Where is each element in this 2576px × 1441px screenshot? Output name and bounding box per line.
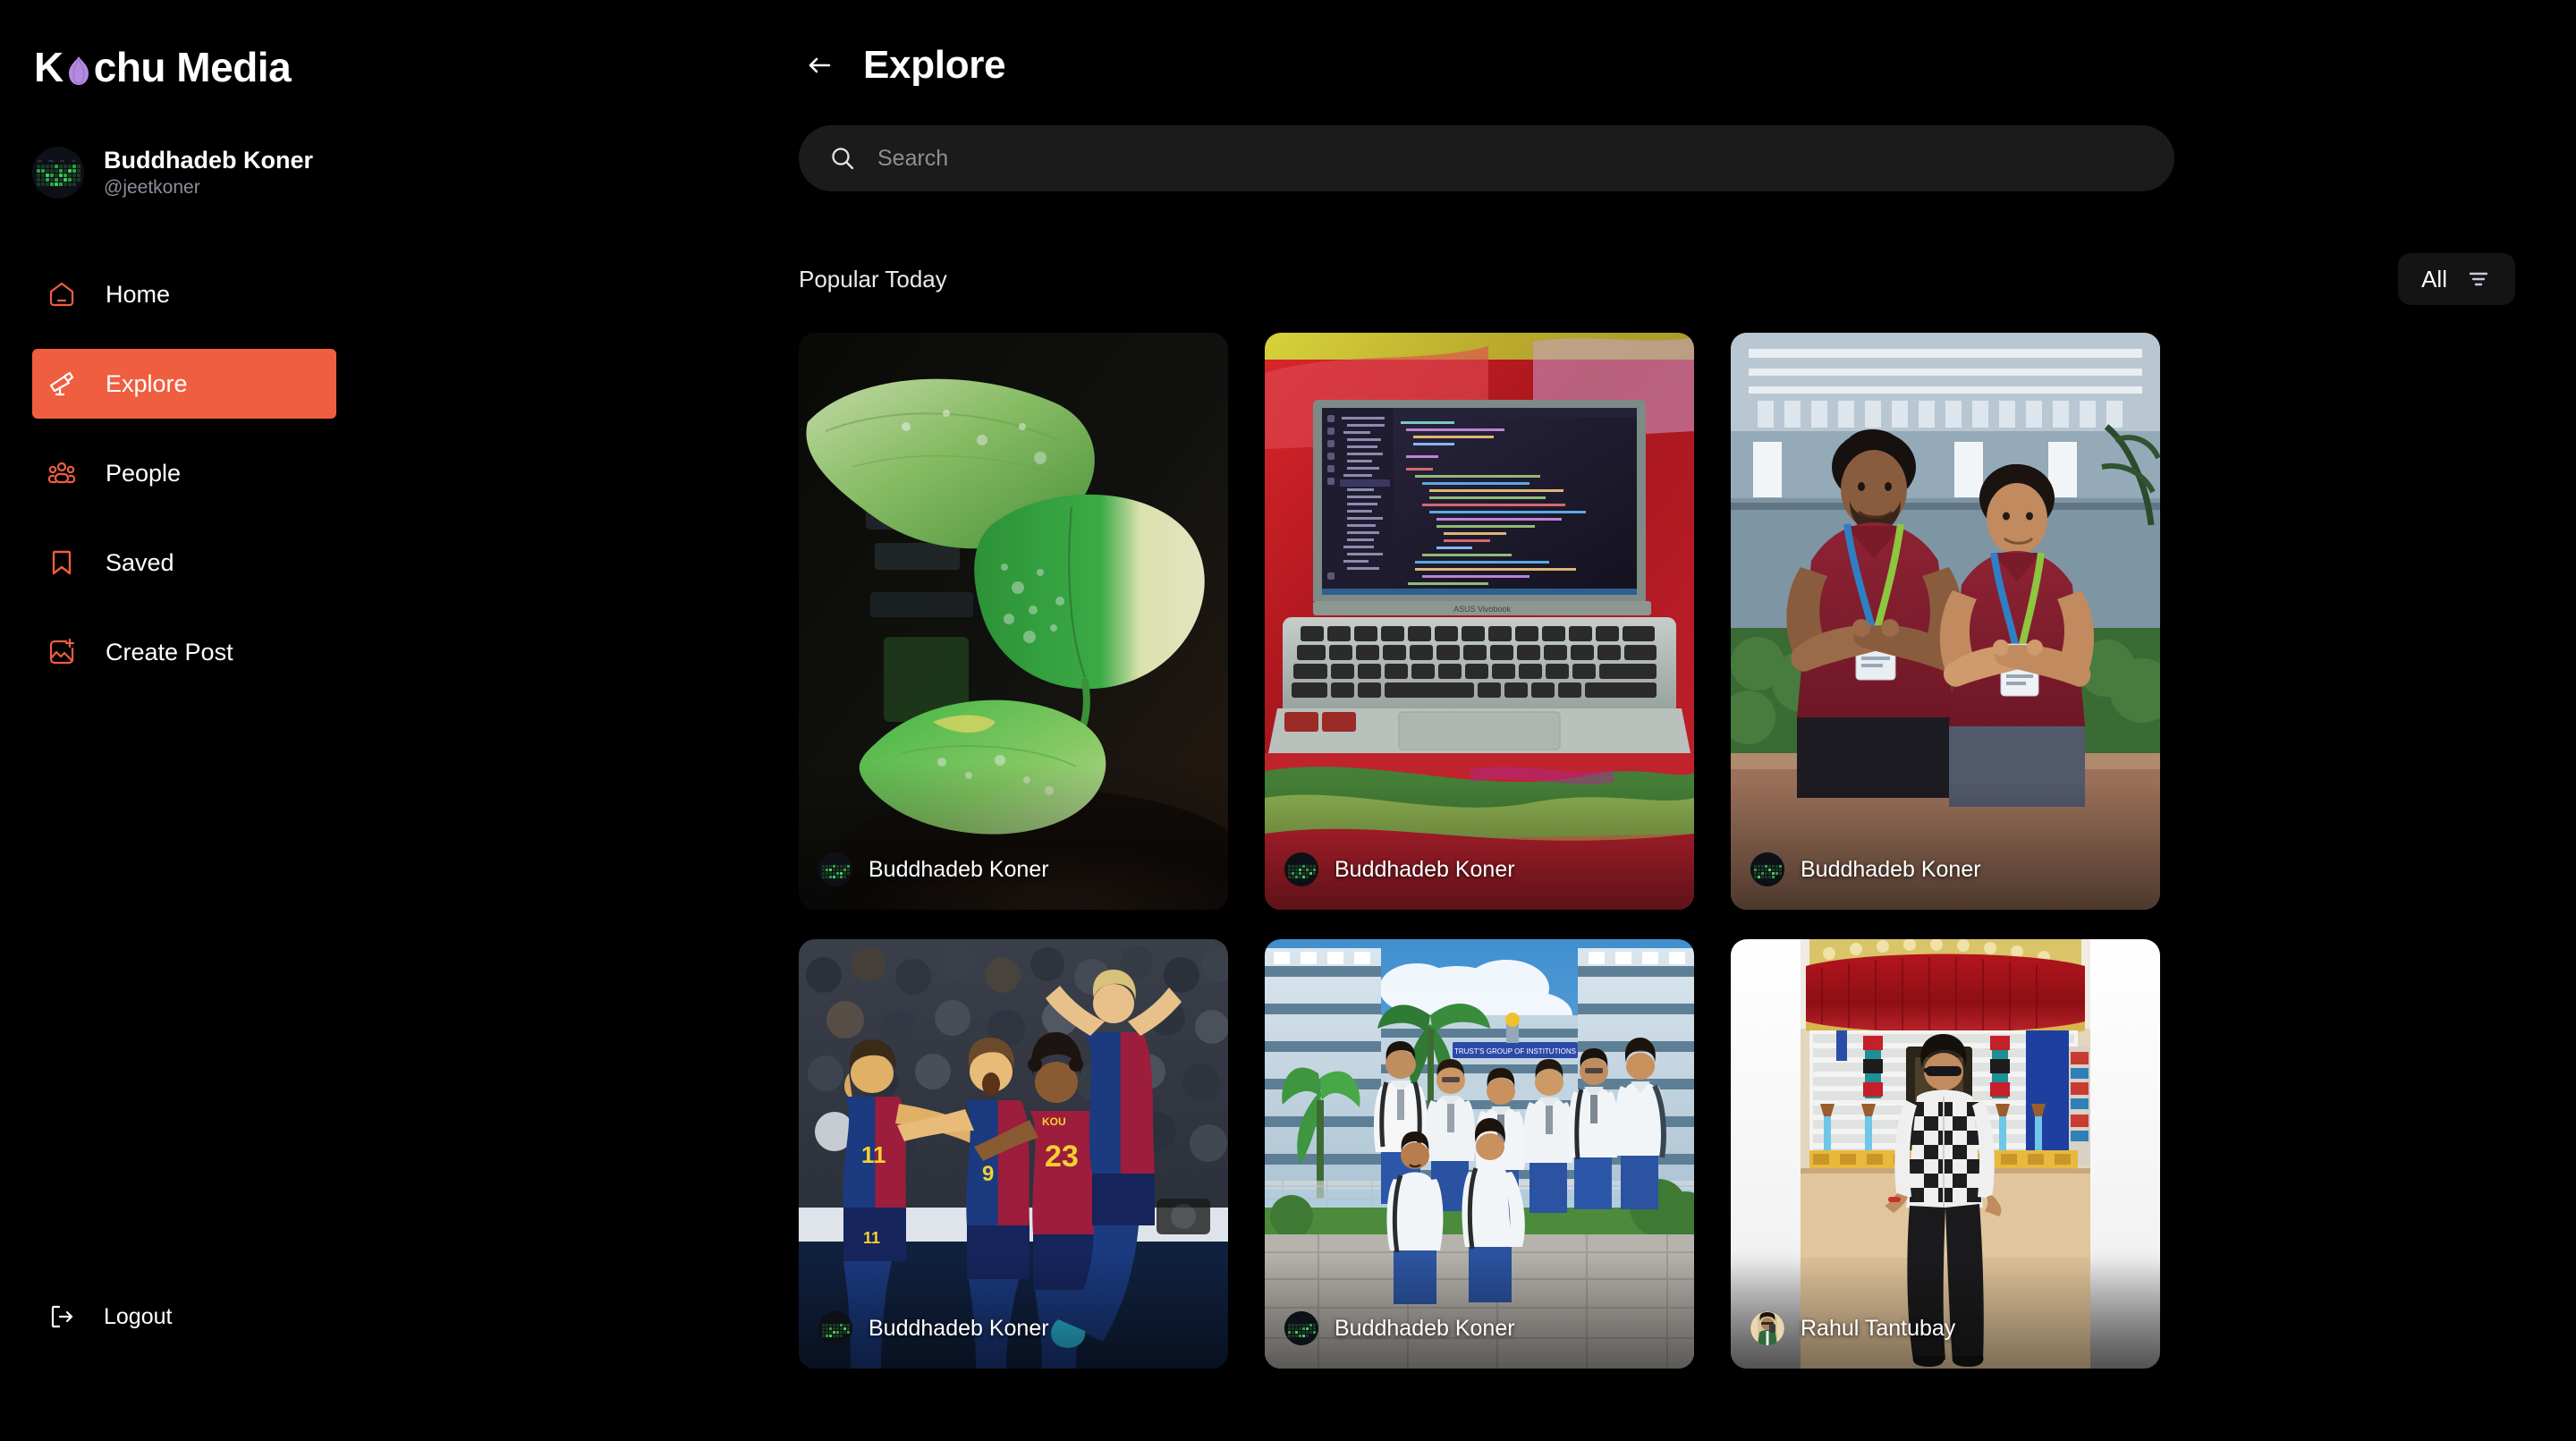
logout-icon bbox=[43, 1298, 80, 1335]
svg-text:11: 11 bbox=[861, 1141, 886, 1168]
logout-button[interactable]: Logout bbox=[43, 1298, 172, 1335]
profile-summary[interactable]: Apr May Jun Jul Buddhadeb Koner @jeetkoner bbox=[0, 147, 784, 199]
svg-text:ASUS Vivobook: ASUS Vivobook bbox=[1453, 605, 1511, 614]
sidebar-item-label: Explore bbox=[106, 369, 188, 397]
brand-name-after: chu Media bbox=[93, 44, 292, 90]
post-author: Buddhadeb Koner bbox=[1731, 852, 2160, 886]
home-icon bbox=[43, 275, 80, 313]
avatar bbox=[1284, 852, 1318, 886]
avatar bbox=[1750, 1311, 1784, 1345]
avatar bbox=[818, 852, 852, 886]
sidebar-item-saved[interactable]: Saved bbox=[0, 528, 784, 598]
sidebar-item-label: Saved bbox=[106, 548, 174, 576]
svg-text:TRUST'S GROUP OF INSTITUTIONS: TRUST'S GROUP OF INSTITUTIONS bbox=[1454, 1047, 1576, 1055]
svg-text:May: May bbox=[48, 159, 54, 163]
variegated-pothos-plant-photo bbox=[799, 333, 1228, 910]
sidebar-item-label: People bbox=[106, 459, 182, 487]
onion-icon bbox=[65, 55, 92, 86]
pandal-portrait-photo bbox=[1731, 939, 2160, 1369]
svg-text:9: 9 bbox=[982, 1162, 994, 1186]
post-author: Buddhadeb Koner bbox=[799, 1311, 1228, 1345]
post-author: Rahul Tantubay bbox=[1731, 1311, 2160, 1345]
search-input[interactable] bbox=[877, 145, 2146, 172]
profile-name: Buddhadeb Koner bbox=[104, 147, 313, 174]
post-author: Buddhadeb Koner bbox=[799, 852, 1228, 886]
main-content: Explore Popular Today All bbox=[784, 0, 2576, 1441]
svg-text:Jun: Jun bbox=[60, 159, 64, 163]
post-card[interactable]: TRUST'S GROUP OF INSTITUTIONS Buddhadeb … bbox=[1265, 939, 1694, 1369]
logout-label: Logout bbox=[104, 1303, 173, 1329]
search-bar[interactable] bbox=[799, 125, 2174, 191]
post-author: Buddhadeb Koner bbox=[1265, 852, 1694, 886]
svg-text:11: 11 bbox=[863, 1229, 880, 1247]
post-card[interactable]: Buddhadeb Koner bbox=[1731, 333, 2160, 910]
post-grid: Buddhadeb Koner ASUS Vivobook Buddhadeb … bbox=[799, 333, 2160, 1369]
post-author-name: Buddhadeb Koner bbox=[869, 856, 1049, 882]
svg-text:23: 23 bbox=[1045, 1140, 1079, 1174]
avatar bbox=[1284, 1311, 1318, 1345]
sidebar-item-explore[interactable]: Explore bbox=[32, 349, 336, 420]
post-author-name: Rahul Tantubay bbox=[1801, 1315, 1956, 1341]
svg-text:Jul: Jul bbox=[72, 159, 75, 163]
sidebar-item-label: Create Post bbox=[106, 638, 233, 665]
page-header: Explore bbox=[784, 43, 2576, 88]
school-group-photo: TRUST'S GROUP OF INSTITUTIONS bbox=[1265, 939, 1694, 1369]
brand-logo[interactable]: K chu Media bbox=[0, 43, 784, 91]
post-card[interactable]: Rahul Tantubay bbox=[1731, 939, 2160, 1369]
avatar: Apr May Jun Jul bbox=[32, 147, 84, 199]
svg-text:KOU: KOU bbox=[1042, 1115, 1066, 1128]
post-card[interactable]: ASUS Vivobook Buddhadeb Koner bbox=[1265, 333, 1694, 910]
arrow-left-icon[interactable] bbox=[799, 45, 840, 86]
profile-handle: @jeetkoner bbox=[104, 177, 200, 199]
avatar bbox=[1750, 852, 1784, 886]
filter-lines-icon bbox=[2465, 266, 2492, 292]
brand-name-before: K bbox=[34, 44, 64, 90]
sidebar-item-home[interactable]: Home bbox=[0, 259, 784, 329]
sidebar-nav: Home Explore People Saved Create Post bbox=[0, 259, 784, 707]
people-icon bbox=[43, 454, 80, 492]
filter-label: All bbox=[2421, 265, 2447, 292]
search-icon bbox=[827, 143, 858, 174]
two-students-lanyards-photo bbox=[1731, 333, 2160, 910]
section-row: Popular Today All bbox=[799, 250, 2515, 308]
telescope-icon bbox=[43, 365, 80, 403]
page-title: Explore bbox=[863, 43, 1006, 87]
post-card[interactable]: 11 11 9 23 KOU Buddhadeb Koner bbox=[799, 939, 1228, 1369]
app-root: K chu Media Apr May Jun Jul Buddhadeb Ko… bbox=[0, 0, 2576, 1441]
sidebar: K chu Media Apr May Jun Jul Buddhadeb Ko… bbox=[0, 0, 784, 1441]
image-plus-icon bbox=[43, 633, 80, 671]
laptop-code-editor-photo: ASUS Vivobook bbox=[1265, 333, 1694, 910]
avatar bbox=[818, 1311, 852, 1345]
post-author-name: Buddhadeb Koner bbox=[869, 1315, 1049, 1341]
filter-button[interactable]: All bbox=[2398, 253, 2515, 305]
post-card[interactable]: Buddhadeb Koner bbox=[799, 333, 1228, 910]
football-celebration-photo: 11 11 9 23 KOU bbox=[799, 939, 1228, 1369]
sidebar-item-create-post[interactable]: Create Post bbox=[0, 617, 784, 687]
sidebar-item-label: Home bbox=[106, 280, 171, 308]
sidebar-item-people[interactable]: People bbox=[0, 438, 784, 508]
bookmark-icon bbox=[43, 544, 80, 581]
post-author-name: Buddhadeb Koner bbox=[1335, 1315, 1515, 1341]
section-title: Popular Today bbox=[799, 265, 947, 292]
post-author: Buddhadeb Koner bbox=[1265, 1311, 1694, 1345]
post-author-name: Buddhadeb Koner bbox=[1801, 856, 1981, 882]
profile-text: Buddhadeb Koner @jeetkoner bbox=[104, 147, 313, 199]
post-author-name: Buddhadeb Koner bbox=[1335, 856, 1515, 882]
